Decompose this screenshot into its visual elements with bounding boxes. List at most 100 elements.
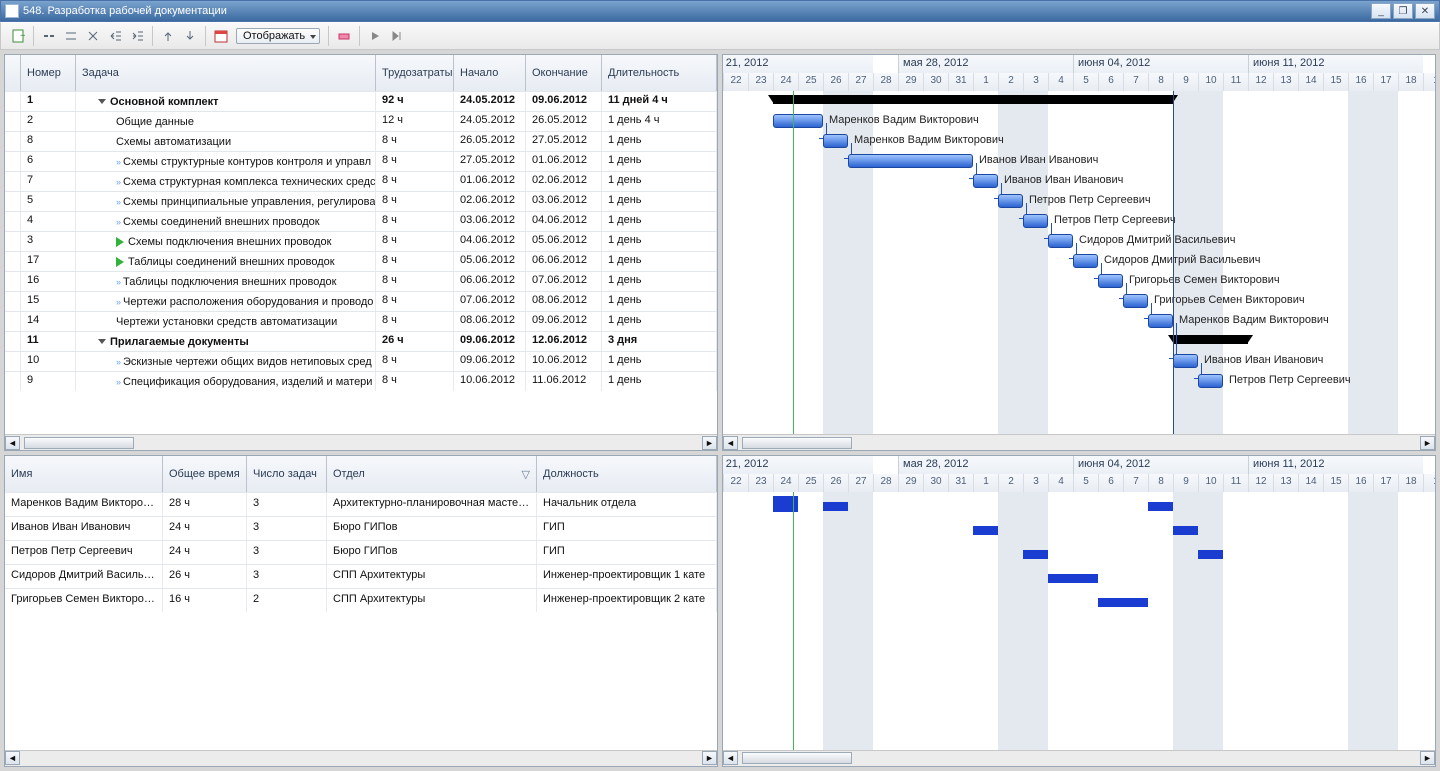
usage-bar[interactable]: [1148, 502, 1173, 511]
window-titlebar[interactable]: 548. Разработка рабочей документации _ ❐…: [0, 0, 1440, 22]
row-handle[interactable]: [5, 192, 21, 211]
usage-bar[interactable]: [1123, 598, 1148, 607]
task-row[interactable]: 5»Схемы принципиальные управления, регул…: [5, 191, 717, 211]
row-handle[interactable]: [5, 212, 21, 231]
col-total[interactable]: Общее время: [163, 456, 247, 492]
scroll-left-icon[interactable]: ◄: [723, 751, 738, 765]
scroll-left-icon[interactable]: ◄: [5, 436, 20, 450]
res-usage-scrollbar[interactable]: ◄ ►: [723, 750, 1435, 766]
row-handle[interactable]: [5, 152, 21, 171]
col-count[interactable]: Число задач: [247, 456, 327, 492]
move-down-icon[interactable]: [180, 26, 200, 46]
row-handle[interactable]: [5, 352, 21, 371]
usage-bar[interactable]: [1023, 550, 1048, 559]
gantt-timeline[interactable]: мая 21, 2012мая 28, 2012июня 04, 2012июн…: [723, 55, 1435, 434]
gantt-bar[interactable]: [1173, 354, 1198, 368]
task-name[interactable]: Общие данные: [76, 112, 376, 131]
handle-column[interactable]: [5, 55, 21, 91]
task-name[interactable]: »Схемы принципиальные управления, регули…: [76, 192, 376, 211]
row-handle[interactable]: [5, 112, 21, 131]
link-icon[interactable]: [39, 26, 59, 46]
h-scrollbar[interactable]: ◄ ►: [5, 434, 717, 450]
gantt-bar[interactable]: [1148, 314, 1173, 328]
cut-icon[interactable]: [83, 26, 103, 46]
row-handle[interactable]: [5, 372, 21, 391]
task-name[interactable]: »Эскизные чертежи общих видов нетиповых …: [76, 352, 376, 371]
task-row[interactable]: 17Таблицы соединений внешних проводок8 ч…: [5, 251, 717, 271]
resource-row[interactable]: Маренков Вадим Викторович28 ч3Архитектур…: [5, 492, 717, 516]
col-end[interactable]: Окончание: [526, 55, 602, 91]
row-handle[interactable]: [5, 292, 21, 311]
resources-body[interactable]: Маренков Вадим Викторович28 ч3Архитектур…: [5, 492, 717, 750]
task-row[interactable]: 8Схемы автоматизации8 ч26.05.201227.05.2…: [5, 131, 717, 151]
task-row[interactable]: 16»Таблицы подключения внешних проводок8…: [5, 271, 717, 291]
task-row[interactable]: 7»Схема структурная комплекса технически…: [5, 171, 717, 191]
gantt-bar[interactable]: [1198, 374, 1223, 388]
summary-bar[interactable]: [773, 95, 1173, 104]
col-number[interactable]: Номер: [21, 55, 76, 91]
usage-bar[interactable]: [1098, 598, 1123, 607]
task-name[interactable]: Схемы автоматизации: [76, 132, 376, 151]
row-handle[interactable]: [5, 132, 21, 151]
task-name[interactable]: Основной комплект: [76, 92, 376, 111]
col-duration[interactable]: Длительность: [602, 55, 717, 91]
col-start[interactable]: Начало: [454, 55, 526, 91]
task-name[interactable]: Таблицы соединений внешних проводок: [76, 252, 376, 271]
scroll-thumb[interactable]: [742, 437, 852, 449]
maximize-button[interactable]: ❐: [1393, 3, 1413, 19]
scroll-left-icon[interactable]: ◄: [723, 436, 738, 450]
task-name[interactable]: »Таблицы подключения внешних проводок: [76, 272, 376, 291]
new-icon[interactable]: +: [8, 26, 28, 46]
display-combo[interactable]: Отображать: [236, 28, 320, 44]
resource-row[interactable]: Иванов Иван Иванович24 ч3Бюро ГИПовГИП: [5, 516, 717, 540]
usage-bar[interactable]: [773, 496, 798, 512]
resource-row[interactable]: Петров Петр Сергеевич24 ч3Бюро ГИПовГИП: [5, 540, 717, 564]
task-name[interactable]: »Чертежи расположения оборудования и про…: [76, 292, 376, 311]
task-row[interactable]: 1Основной комплект92 ч24.05.201209.06.20…: [5, 91, 717, 111]
scroll-right-icon[interactable]: ►: [1420, 436, 1435, 450]
indent-icon[interactable]: [127, 26, 147, 46]
scroll-left-icon[interactable]: ◄: [5, 751, 20, 765]
col-dept[interactable]: Отдел▽: [327, 456, 537, 492]
task-row[interactable]: 14Чертежи установки средств автоматизаци…: [5, 311, 717, 331]
gantt-bar[interactable]: [998, 194, 1023, 208]
usage-bar[interactable]: [1173, 526, 1198, 535]
resource-row[interactable]: Григорьев Семен Викторович16 ч2СПП Архит…: [5, 588, 717, 612]
scroll-right-icon[interactable]: ►: [702, 751, 717, 765]
row-handle[interactable]: [5, 232, 21, 251]
calendar-icon[interactable]: [211, 26, 231, 46]
usage-bar[interactable]: [1198, 550, 1223, 559]
col-task[interactable]: Задача: [76, 55, 376, 91]
gantt-bar[interactable]: [1073, 254, 1098, 268]
gantt-bar[interactable]: [773, 114, 823, 128]
filter-icon[interactable]: ▽: [522, 468, 530, 481]
resource-timeline[interactable]: мая 21, 2012мая 28, 2012июня 04, 2012июн…: [723, 456, 1435, 750]
gantt-bar[interactable]: [1023, 214, 1048, 228]
gantt-scrollbar[interactable]: ◄ ►: [723, 434, 1435, 450]
scroll-right-icon[interactable]: ►: [1420, 751, 1435, 765]
gantt-bar[interactable]: [973, 174, 998, 188]
task-row[interactable]: 10»Эскизные чертежи общих видов нетиповы…: [5, 351, 717, 371]
play-icon[interactable]: [365, 26, 385, 46]
summary-bar[interactable]: [1173, 335, 1248, 344]
task-name[interactable]: »Схемы соединений внешних проводок: [76, 212, 376, 231]
task-name[interactable]: »Спецификация оборудования, изделий и ма…: [76, 372, 376, 391]
row-handle[interactable]: [5, 92, 21, 111]
task-row[interactable]: 2Общие данные12 ч24.05.201226.05.20121 д…: [5, 111, 717, 131]
minimize-button[interactable]: _: [1371, 3, 1391, 19]
gantt-bar[interactable]: [1098, 274, 1123, 288]
row-handle[interactable]: [5, 172, 21, 191]
step-icon[interactable]: [387, 26, 407, 46]
unlink-icon[interactable]: [61, 26, 81, 46]
task-row[interactable]: 3Схемы подключения внешних проводок8 ч04…: [5, 231, 717, 251]
row-handle[interactable]: [5, 252, 21, 271]
task-name[interactable]: Схемы подключения внешних проводок: [76, 232, 376, 251]
gantt-bar[interactable]: [823, 134, 848, 148]
task-name[interactable]: Чертежи установки средств автоматизации: [76, 312, 376, 331]
gantt-bar[interactable]: [1048, 234, 1073, 248]
outdent-icon[interactable]: [105, 26, 125, 46]
task-row[interactable]: 11Прилагаемые документы26 ч09.06.201212.…: [5, 331, 717, 351]
usage-bar[interactable]: [1073, 574, 1098, 583]
close-button[interactable]: ✕: [1415, 3, 1435, 19]
task-row[interactable]: 4»Схемы соединений внешних проводок8 ч03…: [5, 211, 717, 231]
